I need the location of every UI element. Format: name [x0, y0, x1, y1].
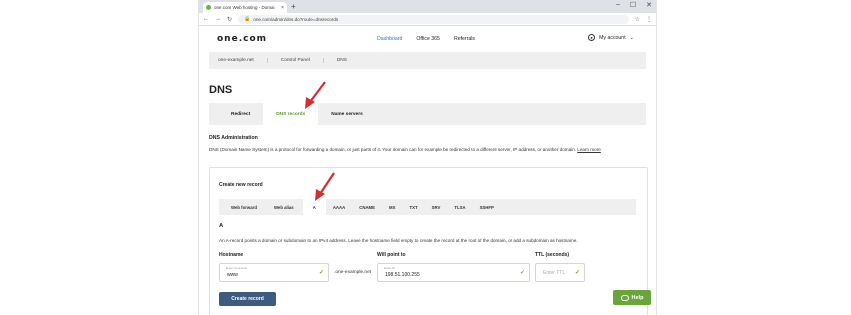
minimize-icon[interactable]: –: [616, 1, 620, 9]
tab-sshfp[interactable]: SSHFP: [473, 199, 501, 215]
ttl-field[interactable]: Enter TTL ✓: [535, 263, 585, 282]
chat-bubble-icon: [620, 294, 629, 301]
window-controls: – ☐ ✕: [616, 1, 652, 9]
tab-close-icon[interactable]: ×: [281, 5, 284, 11]
account-label: My account: [599, 34, 626, 41]
breadcrumb-dns[interactable]: DNS: [324, 58, 360, 63]
breadcrumb-control-panel[interactable]: Control Panel: [268, 58, 324, 63]
site-header: one.com Dashboard Office 365 Referrals ●…: [199, 26, 656, 52]
hostname-label: Hostname: [219, 252, 244, 258]
chevron-down-icon: ⌄: [629, 34, 634, 41]
nav-dashboard[interactable]: Dashboard: [377, 36, 402, 42]
dns-description: DNS (Domain Name System) is a protocol f…: [209, 147, 656, 152]
maximize-icon[interactable]: ☐: [630, 1, 636, 9]
breadcrumb-domain[interactable]: one-example.net: [218, 58, 268, 63]
tab-aaaa[interactable]: AAAA: [326, 199, 352, 215]
browser-menu-icon[interactable]: ⋮: [646, 16, 652, 23]
section-title: DNS Administration: [209, 135, 258, 141]
record-type-description: An A-record points a domain or subdomain…: [219, 238, 578, 243]
nav-referrals[interactable]: Referrals: [454, 36, 475, 42]
hostname-value: www: [227, 272, 238, 278]
url-field[interactable]: 🔒 one.com/admin/dns.do?route=dnsrecords: [238, 14, 629, 24]
tab-srv[interactable]: SRV: [425, 199, 448, 215]
new-tab-button[interactable]: +: [291, 2, 296, 11]
tab-web-forward[interactable]: Web forward: [219, 199, 265, 215]
tab-tlsa[interactable]: TLSA: [447, 199, 472, 215]
create-record-button[interactable]: Create record: [219, 292, 276, 306]
create-record-title: Create new record: [219, 182, 263, 188]
browser-tab-title: one.com Web hosting - Domai: [214, 5, 275, 10]
tab-web-alias[interactable]: Web alias: [265, 199, 303, 215]
domain-suffix: .one-example.net: [334, 270, 372, 275]
tab-cname[interactable]: CNAME: [352, 199, 382, 215]
record-type-heading: A: [219, 223, 224, 229]
address-bar-row: ← → ↻ 🔒 one.com/admin/dns.do?route=dnsre…: [199, 13, 656, 26]
tab-dns-records[interactable]: DNS records: [263, 103, 319, 125]
reload-icon[interactable]: ↻: [227, 16, 232, 23]
learn-more-link[interactable]: Learn more: [577, 147, 601, 152]
site-logo[interactable]: one.com: [217, 34, 267, 44]
browser-window: one.com Web hosting - Domai × + – ☐ ✕ ← …: [198, 0, 657, 315]
hostname-placeholder: Enter hostname: [226, 266, 248, 270]
tab-redirect[interactable]: Redirect: [218, 103, 263, 125]
bookmark-star-icon[interactable]: ☆: [635, 16, 640, 23]
create-record-card: Create new record Web forward Web alias …: [209, 167, 648, 315]
checkmark-icon: ✓: [318, 270, 324, 276]
url-text: one.com/admin/dns.do?route=dnsrecords: [253, 16, 339, 22]
user-icon: ●: [588, 34, 596, 41]
browser-tab[interactable]: one.com Web hosting - Domai ×: [203, 2, 287, 13]
tab-a[interactable]: A: [302, 199, 326, 215]
help-label: Help: [631, 294, 644, 301]
close-window-icon[interactable]: ✕: [646, 1, 652, 9]
pointto-placeholder: Enter IP: [384, 266, 395, 270]
description-text: DNS (Domain Name System) is a protocol f…: [209, 147, 576, 152]
ttl-placeholder: Enter TTL: [543, 270, 566, 276]
checkmark-icon: ✓: [574, 270, 580, 276]
page-title: DNS: [209, 84, 233, 96]
lock-icon: 🔒: [244, 16, 251, 22]
forward-icon[interactable]: →: [215, 16, 221, 22]
checkmark-icon: ✓: [519, 270, 525, 276]
pointto-label: Will point to: [377, 252, 406, 258]
dns-tabs: Redirect DNS records Name servers: [209, 103, 646, 125]
account-menu[interactable]: ● My account ⌄: [588, 34, 634, 41]
breadcrumb: one-example.net Control Panel DNS: [209, 52, 646, 69]
favicon-icon: [206, 5, 211, 10]
help-button[interactable]: Help: [613, 290, 651, 305]
back-icon[interactable]: ←: [203, 16, 209, 22]
browser-tabstrip: one.com Web hosting - Domai × + – ☐ ✕: [199, 0, 656, 13]
tab-name-servers[interactable]: Name servers: [318, 103, 375, 125]
record-type-tabs: Web forward Web alias A AAAA CNAME MX TX…: [219, 199, 636, 215]
pointto-field[interactable]: Enter IP 198.51.100.255 ✓: [377, 263, 530, 282]
main-nav: Dashboard Office 365 Referrals: [377, 36, 475, 42]
hostname-field[interactable]: Enter hostname www ✓: [219, 263, 329, 282]
nav-office-365[interactable]: Office 365: [416, 36, 440, 42]
pointto-value: 198.51.100.255: [385, 272, 420, 278]
ttl-label: TTL (seconds): [535, 252, 570, 258]
tab-mx[interactable]: MX: [382, 199, 402, 215]
tab-txt[interactable]: TXT: [402, 199, 424, 215]
